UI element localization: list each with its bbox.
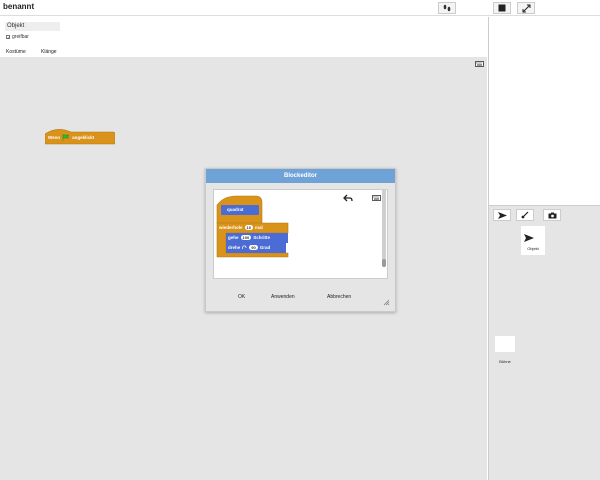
custom-block-prototype[interactable]: quadrat [227,207,244,212]
repeat-label-2: mal [254,225,263,230]
turtle-arrow-icon [524,234,534,242]
project-title: benannt [3,2,35,11]
scrollbar-thumb[interactable] [382,259,386,267]
green-flag-icon [62,134,70,141]
dialog-title[interactable]: Blockeditor [206,169,395,183]
draggable-label: greifbar [12,34,29,40]
paint-new-sprite-button[interactable] [516,209,534,221]
repeat-count-input[interactable]: 10 [244,225,253,230]
camera-icon [548,212,556,218]
stage[interactable] [488,17,600,205]
move-label-2: Schritte [253,235,270,240]
corral-toolbar [488,205,600,223]
resize-handle-icon[interactable] [383,299,390,306]
turn-clockwise-icon [242,245,247,250]
sprite-thumbnail-label: Objekt [527,246,539,251]
keyboard-icon[interactable] [475,61,484,67]
stop-square-icon [498,4,506,12]
stage-thumbnail[interactable] [495,336,515,352]
when-flag-clicked-block[interactable]: Wenn angeklickt [44,126,116,146]
cancel-button[interactable]: Abbrechen [327,294,351,300]
turtle-button[interactable] [493,209,511,221]
move-block[interactable]: gehe 100 Schritte [228,235,270,240]
paint-brush-icon [521,211,529,219]
turn-label-1: drehe [228,245,241,250]
vertical-scrollbar[interactable] [382,189,386,267]
fullscreen-button[interactable] [517,2,535,14]
ok-button[interactable]: OK [238,294,245,300]
tab-costumes[interactable]: Kostüme [2,48,30,57]
undo-arrow-icon[interactable] [343,194,353,203]
stage-thumbnail-label: Bühne [499,359,511,364]
app-window: benannt Objekt ✓ greifbar Kostüme Klänge [0,0,600,480]
draggable-option[interactable]: ✓ greifbar [6,34,29,40]
tab-sounds[interactable]: Klänge [37,48,61,57]
turn-block[interactable]: drehe 90 Grad [228,245,270,250]
camera-button[interactable] [543,209,561,221]
keyboard-icon[interactable] [372,195,381,201]
block-definition-canvas[interactable]: quadrat wiederhole 10 mal gehe 100 Schri… [213,189,388,279]
top-bar: benannt [0,0,600,16]
sprite-header: Objekt ✓ greifbar Kostüme Klänge [0,17,487,57]
draggable-checkbox[interactable]: ✓ [6,35,10,40]
sprite-corral[interactable]: Objekt Bühne [488,223,600,480]
footsteps-button[interactable] [438,2,456,14]
stage-size-button[interactable] [493,2,511,14]
turn-degrees-input[interactable]: 90 [249,245,258,250]
hat-text-2: angeklickt [72,135,95,140]
fullscreen-icon [522,4,530,12]
move-label-1: gehe [228,235,239,240]
sprite-name-field[interactable]: Objekt [5,22,60,31]
turtle-arrow-icon [497,211,507,219]
turn-label-2: Grad [259,245,271,250]
move-steps-input[interactable]: 100 [240,235,252,240]
apply-button[interactable]: Anwenden [271,294,295,300]
custom-block-name: quadrat [227,207,244,212]
block-editor-dialog: Blockeditor quadrat wiederhole 10 mal ge… [205,168,396,312]
repeat-block[interactable]: wiederhole 10 mal [219,225,263,230]
hat-text-1: Wenn [48,135,61,140]
repeat-label-1: wiederhole [219,225,243,230]
footsteps-icon [443,4,451,12]
